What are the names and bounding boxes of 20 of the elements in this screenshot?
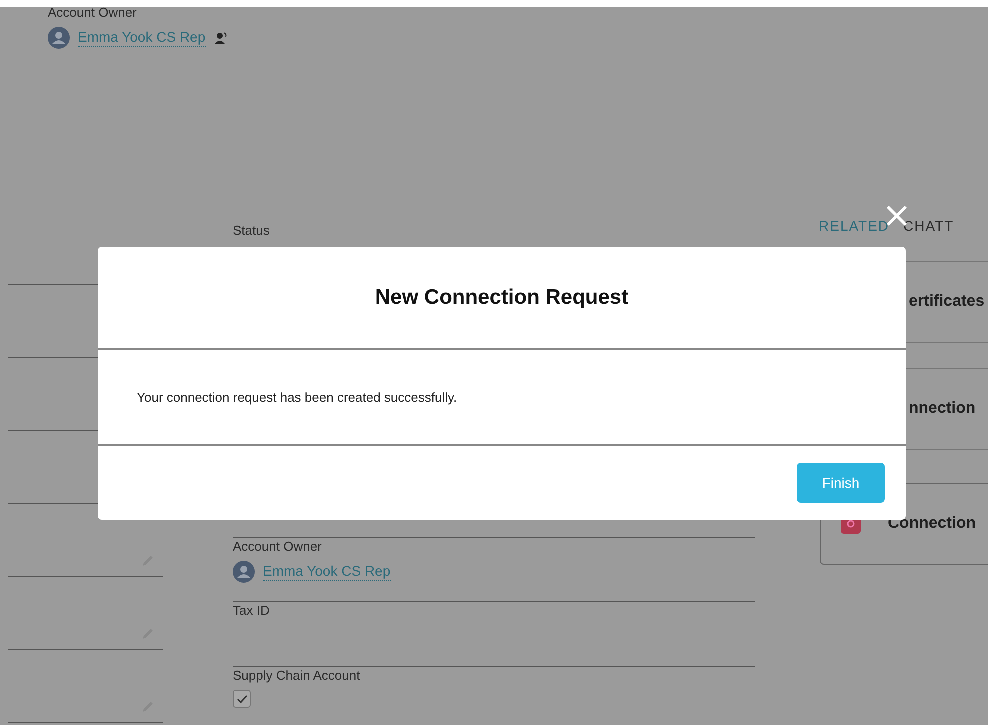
field-label: Account Owner <box>48 7 138 21</box>
card-title: nnection <box>909 400 976 418</box>
tab[interactable]: RELATED <box>819 218 890 242</box>
tab[interactable]: CHATT <box>904 218 954 242</box>
field-label: Account Owner <box>233 538 323 555</box>
card-title: Connection <box>888 515 976 533</box>
avatar-icon <box>233 561 255 583</box>
card-title: ertificates <box>909 293 985 311</box>
finish-button[interactable]: Finish <box>797 463 885 503</box>
field-label: Status <box>233 222 271 239</box>
checkbox[interactable] <box>233 690 251 708</box>
owner-link[interactable]: Emma Yook CS Rep <box>263 563 391 581</box>
modal-title: New Connection Request <box>375 286 629 310</box>
field-label: Supply Chain Account <box>233 667 362 684</box>
owner-link[interactable]: Emma Yook CS Rep <box>78 29 206 47</box>
avatar-icon <box>48 27 70 49</box>
field-label: Tax ID <box>233 602 271 619</box>
change-owner-icon[interactable] <box>214 31 228 45</box>
modal-message: Your connection request has been created successfully. <box>137 390 458 404</box>
check-icon <box>236 694 248 704</box>
